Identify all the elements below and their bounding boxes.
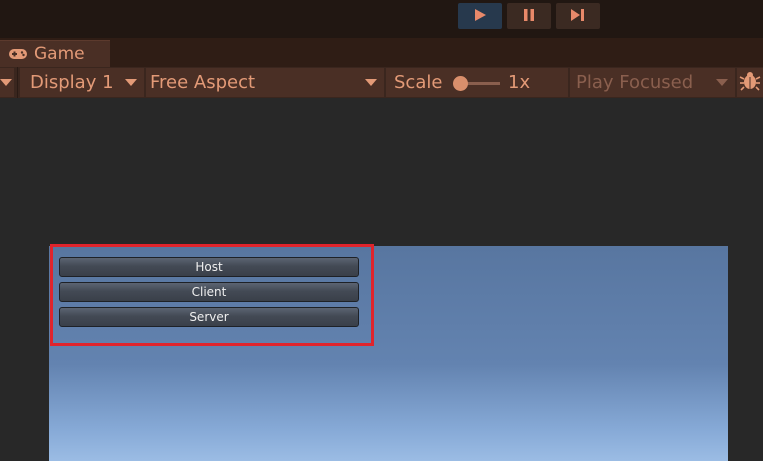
pause-icon [522, 7, 536, 26]
view-mode-dropdown[interactable] [0, 68, 14, 97]
play-button[interactable] [458, 3, 502, 29]
scale-label: Scale [394, 72, 443, 93]
debug-button[interactable] [737, 68, 763, 97]
play-mode-dropdown[interactable]: Play Focused [570, 68, 735, 97]
display-label: Display 1 [30, 72, 114, 93]
scale-value: 1x [508, 72, 531, 93]
play-mode-label: Play Focused [576, 72, 694, 93]
play-icon [473, 7, 487, 26]
chevron-down-icon [0, 79, 12, 86]
game-view-toolbar: Display 1 Free Aspect Scale 1x Play Focu… [0, 67, 763, 99]
chevron-down-icon [716, 79, 728, 86]
scale-slider-handle[interactable] [453, 76, 468, 91]
tab-bar: Game [0, 38, 763, 67]
play-controls-bar [0, 0, 763, 38]
aspect-label: Free Aspect [150, 72, 256, 93]
display-dropdown[interactable]: Display 1 [20, 68, 144, 97]
bug-icon [739, 70, 761, 96]
chevron-down-icon [125, 79, 137, 86]
pause-button[interactable] [507, 3, 551, 29]
step-icon [570, 7, 586, 26]
tab-game[interactable]: Game [0, 40, 110, 67]
step-button[interactable] [556, 3, 600, 29]
aspect-dropdown[interactable]: Free Aspect [146, 68, 384, 97]
tab-game-label: Game [34, 44, 85, 64]
highlight-box [50, 244, 374, 346]
chevron-down-icon [365, 79, 377, 86]
gamepad-icon [8, 45, 28, 64]
